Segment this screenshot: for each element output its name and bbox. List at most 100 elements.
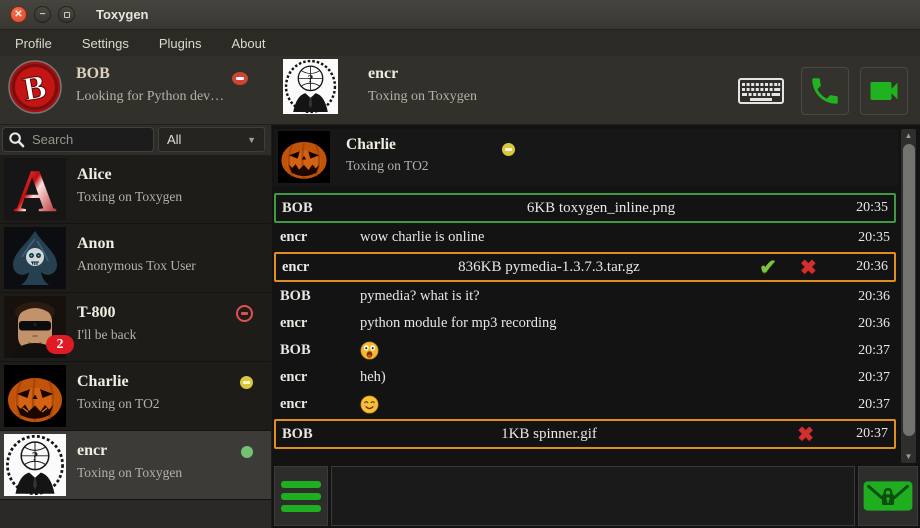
contact-status-message: I'll be back [77, 327, 136, 343]
message-time: 20:36 [842, 316, 890, 332]
scroll-up-arrow-icon[interactable]: ▲ [901, 129, 916, 142]
video-call-button[interactable] [860, 67, 908, 115]
menubar: Profile Settings Plugins About [0, 30, 920, 56]
anonymous-mask-avatar-icon: ? [4, 434, 66, 496]
anonymous-mask-avatar-icon: ? [283, 59, 338, 114]
message-time: 20:36 [842, 289, 890, 305]
scroll-down-arrow-icon[interactable]: ▼ [901, 450, 916, 463]
file-transfer-actions: ✖ [736, 422, 840, 447]
maximize-icon [64, 12, 70, 18]
message-time: 20:36 [840, 259, 888, 275]
contact-name: encr [77, 442, 107, 460]
message-time: 20:37 [840, 426, 888, 442]
menu-settings[interactable]: Settings [67, 30, 144, 56]
video-camera-icon [866, 73, 902, 109]
contact-status-message: Toxing on TO2 [77, 396, 160, 412]
file-transfer-name: 1KB spinner.gif [362, 426, 736, 443]
audio-call-button[interactable] [801, 67, 849, 115]
phone-icon [808, 74, 842, 108]
search-input[interactable] [30, 131, 144, 148]
message-row: BOB 20:37 [274, 337, 896, 364]
self-busy-status-icon[interactable] [232, 72, 248, 85]
svg-text:A: A [13, 158, 56, 220]
minimize-window-button[interactable]: − [34, 6, 51, 23]
message-text [360, 395, 842, 414]
contact-status-message: Anonymous Tox User [77, 258, 196, 274]
letter-a-avatar-icon: A [4, 158, 66, 220]
titlebar: ✕ − Toxygen [0, 0, 920, 30]
screen-keyboard-button[interactable] [737, 77, 785, 105]
message-sender: encr [280, 396, 360, 413]
contact-name: Charlie [77, 373, 129, 391]
message-sender: encr [280, 315, 360, 332]
menu-about[interactable]: About [216, 30, 280, 56]
contact-list: A Alice Toxing on Toxygen [0, 155, 271, 500]
message-input[interactable] [331, 466, 855, 526]
contact-row-alice[interactable]: A Alice Toxing on Toxygen [0, 155, 271, 224]
contact-name: Anon [77, 235, 114, 253]
smiling-face-emoji [360, 395, 379, 414]
decline-file-button[interactable]: ✖ [800, 255, 817, 280]
message-text: wow charlie is online [360, 229, 842, 246]
busy-status-icon [236, 305, 253, 322]
messages-scrollbar[interactable]: ▲ ▼ [901, 129, 916, 463]
chat-menu-button[interactable] [274, 466, 328, 526]
search-row: All ▼ [0, 125, 271, 155]
header: B BOB Looking for Python dev… ? encr Tox… [0, 56, 920, 125]
message-row: BOB pymedia? what is it? 20:36 [274, 283, 896, 310]
search-icon [8, 131, 25, 148]
message-sender: encr [280, 229, 360, 246]
toxygen-window: ✕ − Toxygen Profile Settings Plugins Abo… [0, 0, 920, 528]
message-row: encr python module for mp3 recording 20:… [274, 310, 896, 337]
banner-status-message: Toxing on TO2 [346, 158, 429, 174]
message-sender: BOB [280, 288, 360, 305]
contact-row-t800[interactable]: T-800 I'll be back 2 [0, 293, 271, 362]
message-time: 20:37 [842, 370, 890, 386]
message-time: 20:37 [842, 397, 890, 413]
menu-profile[interactable]: Profile [0, 30, 67, 56]
away-status-icon [502, 143, 515, 156]
chevron-down-icon: ▼ [247, 135, 256, 145]
banner-contact-name: Charlie [346, 136, 396, 154]
scrollbar-thumb[interactable] [903, 144, 915, 436]
message-row-file-transfer[interactable]: BOB 6KB toxygen_inline.png 20:35 [274, 193, 896, 223]
window-title: Toxygen [96, 7, 149, 22]
contact-status-message: Toxing on Toxygen [77, 465, 182, 481]
svg-text:?: ? [32, 449, 38, 463]
self-name[interactable]: BOB [76, 65, 110, 83]
contact-row-anon[interactable]: Anon Anonymous Tox User [0, 224, 271, 293]
encr-avatar: ? [4, 434, 66, 496]
message-row: encr wow charlie is online 20:35 [274, 224, 896, 251]
message-time: 20:37 [842, 343, 890, 359]
contact-online-banner[interactable]: Charlie Toxing on TO2 [274, 129, 898, 186]
search-box[interactable] [2, 127, 154, 152]
message-row: encr heh) 20:37 [274, 364, 896, 391]
contact-status-message: Toxing on Toxygen [77, 189, 182, 205]
charlie-avatar [4, 365, 66, 427]
keyboard-icon [738, 78, 784, 104]
chat-area: Charlie Toxing on TO2 BOB 6KB toxygen_in… [271, 125, 920, 528]
contact-filter-dropdown[interactable]: All ▼ [158, 127, 265, 152]
self-avatar[interactable]: B [8, 60, 62, 114]
accept-file-button[interactable]: ✔ [759, 255, 777, 280]
file-transfer-name: 836KB pymedia-1.3.7.3.tar.gz [362, 259, 736, 276]
maximize-window-button[interactable] [58, 6, 75, 23]
anon-avatar [4, 227, 66, 289]
message-sender: encr [282, 259, 362, 276]
message-sender: BOB [282, 426, 362, 443]
close-window-button[interactable]: ✕ [10, 6, 27, 23]
message-text [360, 341, 842, 360]
contact-row-encr[interactable]: ? encr Toxing on Toxygen [0, 431, 271, 500]
message-row-file-transfer[interactable]: BOB 1KB spinner.gif ✖ 20:37 [274, 419, 896, 449]
away-status-icon [240, 376, 253, 389]
peer-status-message: Toxing on Toxygen [368, 89, 477, 105]
self-status-message[interactable]: Looking for Python dev… [76, 89, 224, 105]
contact-row-charlie[interactable]: Charlie Toxing on TO2 [0, 362, 271, 431]
menu-plugins[interactable]: Plugins [144, 30, 217, 56]
banner-avatar [278, 131, 330, 183]
bob-logo-avatar-icon: B [8, 60, 62, 114]
message-text: pymedia? what is it? [360, 288, 842, 305]
message-row-file-transfer[interactable]: encr 836KB pymedia-1.3.7.3.tar.gz ✔ ✖ 20… [274, 252, 896, 282]
send-message-button[interactable] [858, 466, 918, 526]
decline-file-button[interactable]: ✖ [797, 422, 814, 447]
